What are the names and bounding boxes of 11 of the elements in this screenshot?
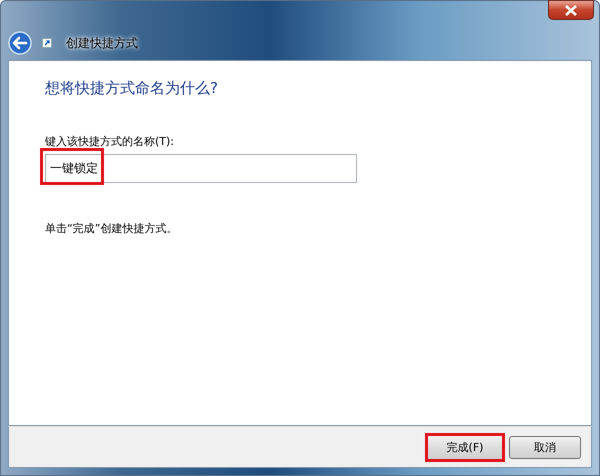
window-title: 创建快捷方式 bbox=[66, 34, 138, 52]
close-button[interactable] bbox=[548, 0, 594, 20]
cancel-button[interactable]: 取消 bbox=[509, 436, 581, 458]
back-button[interactable] bbox=[8, 31, 32, 55]
instruction-text: 单击“完成”创建快捷方式。 bbox=[45, 221, 178, 236]
close-icon bbox=[564, 4, 578, 16]
page-heading: 想将快捷方式命名为什么? bbox=[45, 79, 219, 98]
name-input-field[interactable]: 一键锁定 bbox=[45, 154, 357, 183]
field-label: 键入该快捷方式的名称(T): bbox=[45, 134, 176, 149]
finish-button[interactable]: 完成(F) bbox=[425, 432, 505, 462]
shortcut-icon bbox=[42, 38, 52, 48]
